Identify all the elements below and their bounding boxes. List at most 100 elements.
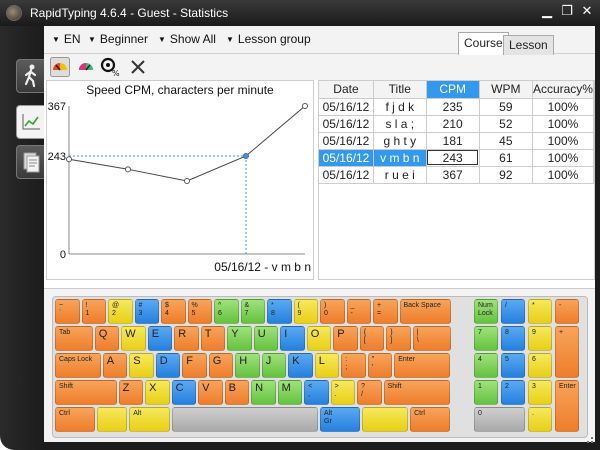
key-h[interactable]: H	[235, 353, 260, 378]
key-f[interactable]: F	[182, 353, 207, 378]
key-u[interactable]: U	[253, 326, 279, 351]
table-row[interactable]: 05/16/12 g h t y 181 45 100%	[319, 132, 595, 150]
sidebar-item-statistics[interactable]	[16, 105, 44, 139]
table-cell[interactable]: 45	[479, 132, 533, 150]
table-cell[interactable]: g h t y	[373, 132, 427, 150]
minimize-button[interactable]: ▁	[538, 4, 556, 20]
table-row[interactable]: 05/16/12 f j d k 235 59 100%	[319, 98, 595, 116]
speed-chart-icon[interactable]	[50, 57, 70, 77]
key-a[interactable]: A	[102, 353, 128, 378]
speed-point[interactable]	[243, 153, 249, 160]
key-m[interactable]: M	[277, 380, 303, 405]
table-row[interactable]: 05/16/12 r u e i 367 92 100%	[319, 166, 595, 184]
table-cell[interactable]: s l a ;	[373, 115, 427, 133]
column-header-accuracy[interactable]: Accuracy%	[532, 81, 595, 99]
key-z[interactable]: Z	[118, 380, 144, 405]
column-header-cpm[interactable]: CPM	[426, 81, 480, 99]
table-cell[interactable]: 100%	[532, 98, 595, 116]
tab-lesson[interactable]: Lesson	[503, 35, 554, 55]
key-9[interactable]: 9	[528, 326, 552, 351]
key-symbol[interactable]: < ,	[304, 380, 329, 405]
key-p[interactable]: P	[333, 326, 358, 351]
key-2[interactable]: @ 2	[108, 299, 133, 324]
key-symbol[interactable]: ~ `	[55, 299, 80, 324]
column-header-wpm[interactable]: WPM	[479, 81, 533, 99]
key-r[interactable]: R	[174, 326, 199, 351]
table-cell[interactable]: 59	[479, 98, 533, 116]
key-enter[interactable]: Enter	[394, 353, 451, 378]
key-0[interactable]: ) 0	[320, 299, 345, 324]
key-blank[interactable]	[362, 407, 409, 432]
table-cell[interactable]: 367	[426, 166, 480, 184]
key-y[interactable]: Y	[227, 326, 252, 351]
maximize-button[interactable]: ❐	[558, 4, 576, 20]
group-dropdown[interactable]: ▼ Lesson group	[226, 32, 311, 46]
table-cell[interactable]: r u e i	[373, 166, 427, 184]
key-w[interactable]: W	[121, 326, 146, 351]
key-9[interactable]: ( 9	[293, 299, 318, 324]
speed-point[interactable]	[66, 156, 72, 163]
key-k[interactable]: K	[288, 353, 313, 378]
key-j[interactable]: J	[261, 353, 287, 378]
table-row[interactable]: 05/16/12 s l a ; 210 52 100%	[319, 115, 595, 133]
table-cell[interactable]: 100%	[532, 166, 595, 184]
speed-point[interactable]	[125, 166, 131, 173]
key-q[interactable]: Q	[94, 326, 120, 351]
key-caps-lock[interactable]: Caps Lock	[55, 353, 101, 378]
key-5[interactable]: % 5	[187, 299, 212, 324]
key-7[interactable]: & 7	[240, 299, 265, 324]
sidebar-item-report[interactable]	[16, 145, 44, 179]
key-symbol[interactable]: _ -	[346, 299, 371, 324]
key-g[interactable]: G	[208, 353, 234, 378]
key-3[interactable]: 3	[528, 380, 552, 405]
key-0[interactable]: 0	[474, 407, 525, 432]
key-symbol[interactable]: +	[555, 326, 579, 378]
key-l[interactable]: L	[314, 353, 340, 378]
table-cell[interactable]: 05/16/12	[319, 115, 374, 133]
table-cell[interactable]: 52	[479, 115, 533, 133]
key-2[interactable]: 2	[501, 380, 525, 405]
key-c[interactable]: C	[171, 380, 197, 405]
key-4[interactable]: $ 4	[161, 299, 186, 324]
tab-course[interactable]: Course	[458, 32, 509, 55]
table-cell[interactable]: 05/16/12	[319, 98, 374, 116]
key-blank[interactable]	[171, 407, 318, 432]
key-shift[interactable]: Shift	[383, 380, 451, 405]
key-symbol[interactable]: + =	[373, 299, 398, 324]
speed-point[interactable]	[302, 103, 308, 109]
accuracy-chart-icon[interactable]	[76, 57, 96, 77]
key-4[interactable]: 4	[474, 353, 498, 378]
key-b[interactable]: B	[224, 380, 250, 405]
filter-dropdown[interactable]: ▼ Show All	[158, 32, 216, 46]
key-s[interactable]: S	[129, 353, 154, 378]
key-symbol[interactable]: { [	[359, 326, 385, 351]
key-tab[interactable]: Tab	[55, 326, 93, 351]
key-alt[interactable]: Alt	[129, 407, 170, 432]
key-t[interactable]: T	[200, 326, 226, 351]
sidebar-item-lesson[interactable]	[16, 59, 44, 93]
key-symbol[interactable]: > .	[330, 380, 356, 405]
key-1[interactable]: 1	[474, 380, 498, 405]
key-7[interactable]: 7	[474, 326, 498, 351]
target-percent-icon[interactable]: %	[100, 57, 120, 77]
key-alt-gr[interactable]: Alt Gr	[320, 407, 361, 432]
table-cell[interactable]: v m b n	[373, 149, 427, 167]
key-8[interactable]: 8	[501, 326, 525, 351]
key-symbol[interactable]: } ]	[386, 326, 411, 351]
key-ctrl[interactable]: Ctrl	[55, 407, 96, 432]
table-cell[interactable]: 05/16/12	[319, 132, 374, 150]
table-cell[interactable]: 100%	[532, 149, 595, 167]
key-5[interactable]: 5	[501, 353, 525, 378]
key-1[interactable]: ! 1	[81, 299, 106, 324]
key-back-space[interactable]: Back Space	[399, 299, 451, 324]
key-n[interactable]: N	[251, 380, 276, 405]
resize-grip[interactable]	[587, 437, 593, 443]
speed-point[interactable]	[184, 178, 190, 185]
key-symbol[interactable]: .	[528, 407, 552, 432]
key-o[interactable]: O	[306, 326, 332, 351]
key-3[interactable]: # 3	[134, 299, 159, 324]
key-blank[interactable]	[97, 407, 128, 432]
table-cell[interactable]: 100%	[532, 132, 595, 150]
key-i[interactable]: I	[280, 326, 305, 351]
table-cell[interactable]: 92	[479, 166, 533, 184]
